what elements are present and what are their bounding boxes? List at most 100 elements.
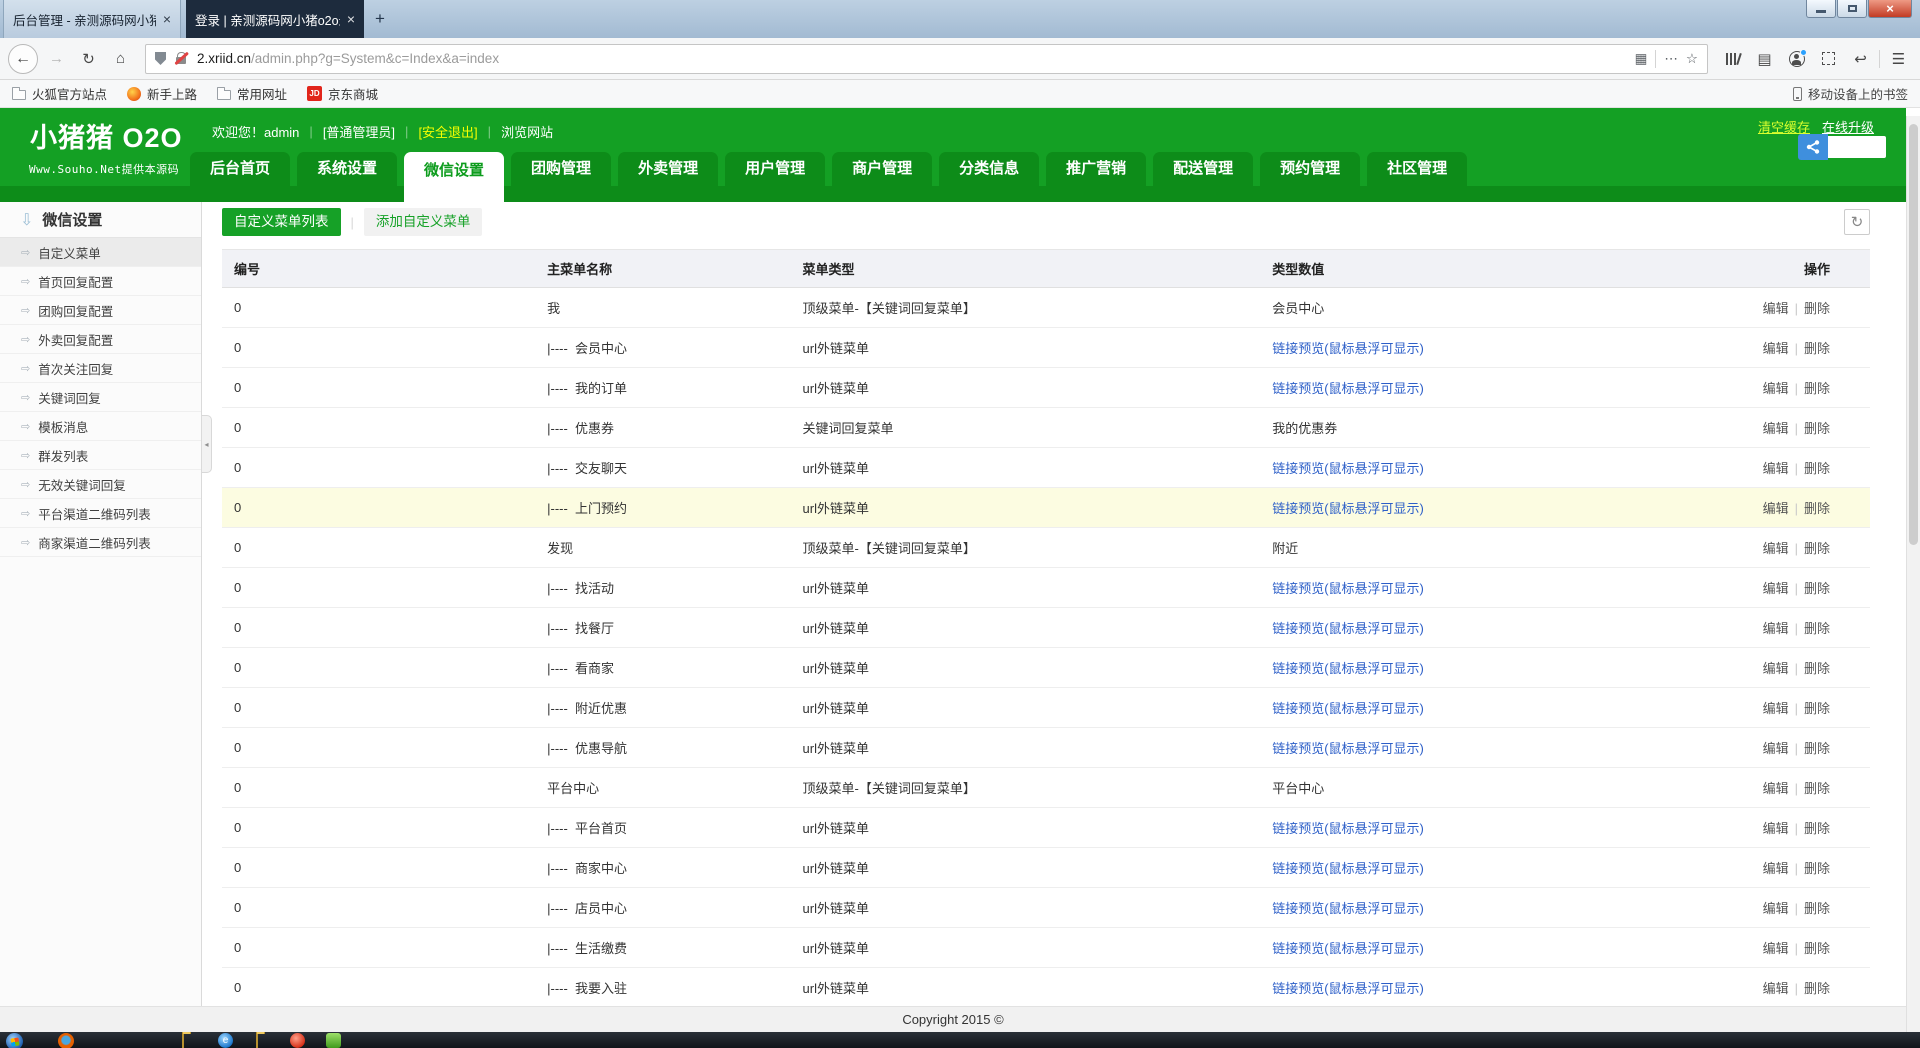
delete-link[interactable]: 删除: [1804, 981, 1830, 996]
nav-tab[interactable]: 团购管理: [511, 152, 611, 186]
share-box[interactable]: [1828, 136, 1886, 158]
scrollbar-thumb[interactable]: [1909, 124, 1918, 545]
taskbar-browser-icon[interactable]: e: [218, 1033, 233, 1048]
url-bar[interactable]: 2.xriid.cn/admin.php?g=System&c=Index&a=…: [145, 44, 1708, 74]
edit-link[interactable]: 编辑: [1763, 301, 1789, 316]
edit-link[interactable]: 编辑: [1763, 821, 1789, 836]
sidebar-item[interactable]: ⇨关键词回复: [0, 383, 201, 412]
delete-link[interactable]: 删除: [1804, 341, 1830, 356]
sidebar-item[interactable]: ⇨商家渠道二维码列表: [0, 528, 201, 557]
edit-link[interactable]: 编辑: [1763, 661, 1789, 676]
new-tab-button[interactable]: +: [364, 0, 396, 38]
scrollbar[interactable]: [1906, 116, 1920, 1032]
back-button[interactable]: ←: [8, 44, 38, 74]
taskbar-folder-icon[interactable]: [256, 1032, 258, 1048]
link-preview[interactable]: 链接预览(鼠标悬浮可显示): [1260, 698, 1664, 717]
edit-link[interactable]: 编辑: [1763, 341, 1789, 356]
edit-link[interactable]: 编辑: [1763, 621, 1789, 636]
delete-link[interactable]: 删除: [1804, 741, 1830, 756]
delete-link[interactable]: 删除: [1804, 861, 1830, 876]
close-window-button[interactable]: ×: [1868, 0, 1912, 18]
link-preview[interactable]: 链接预览(鼠标悬浮可显示): [1260, 618, 1664, 637]
sidebar-item[interactable]: ⇨群发列表: [0, 441, 201, 470]
nav-tab[interactable]: 配送管理: [1153, 152, 1253, 186]
edit-link[interactable]: 编辑: [1763, 701, 1789, 716]
delete-link[interactable]: 删除: [1804, 821, 1830, 836]
link-preview[interactable]: 链接预览(鼠标悬浮可显示): [1260, 858, 1664, 877]
browse-site-link[interactable]: 浏览网站: [501, 122, 553, 141]
link-preview[interactable]: 链接预览(鼠标悬浮可显示): [1260, 658, 1664, 677]
logout-link[interactable]: [安全退出]: [418, 122, 477, 141]
bookmark-item[interactable]: JD京东商城: [307, 84, 378, 103]
bookmark-star-icon[interactable]: ☆: [1686, 51, 1698, 67]
bookmark-item[interactable]: 常用网址: [217, 84, 287, 103]
library-icon[interactable]: [1719, 45, 1746, 72]
delete-link[interactable]: 删除: [1804, 621, 1830, 636]
menu-list-tab-button[interactable]: 自定义菜单列表: [222, 208, 341, 236]
link-preview[interactable]: 链接预览(鼠标悬浮可显示): [1260, 458, 1664, 477]
edit-link[interactable]: 编辑: [1763, 741, 1789, 756]
delete-link[interactable]: 删除: [1804, 461, 1830, 476]
edit-link[interactable]: 编辑: [1763, 501, 1789, 516]
sidebar-item[interactable]: ⇨自定义菜单: [0, 238, 201, 267]
browser-tab-inactive[interactable]: 登录 | 亲测源码网小猪o2o最新V2.8 ×: [186, 0, 364, 38]
delete-link[interactable]: 删除: [1804, 301, 1830, 316]
edit-link[interactable]: 编辑: [1763, 461, 1789, 476]
nav-tab[interactable]: 社区管理: [1367, 152, 1467, 186]
maximize-button[interactable]: [1837, 0, 1867, 18]
browser-tab-active[interactable]: 后台管理 - 亲测源码网小猪o2o最新 ×: [3, 0, 181, 38]
tab-close-icon[interactable]: ×: [347, 12, 355, 26]
link-preview[interactable]: 链接预览(鼠标悬浮可显示): [1260, 898, 1664, 917]
delete-link[interactable]: 删除: [1804, 381, 1830, 396]
taskbar-firefox-icon[interactable]: [58, 1033, 74, 1048]
nav-tab[interactable]: 商户管理: [832, 152, 932, 186]
nav-tab[interactable]: 推广营销: [1046, 152, 1146, 186]
bookmark-item[interactable]: 新手上路: [127, 84, 197, 103]
delete-link[interactable]: 删除: [1804, 941, 1830, 956]
sidebar-item[interactable]: ⇨团购回复配置: [0, 296, 201, 325]
link-preview[interactable]: 链接预览(鼠标悬浮可显示): [1260, 738, 1664, 757]
nav-tab[interactable]: 外卖管理: [618, 152, 718, 186]
sidebar-item[interactable]: ⇨外卖回复配置: [0, 325, 201, 354]
link-preview[interactable]: 链接预览(鼠标悬浮可显示): [1260, 978, 1664, 997]
tracking-protection-icon[interactable]: [155, 52, 166, 65]
delete-link[interactable]: 删除: [1804, 421, 1830, 436]
home-button[interactable]: ⌂: [107, 45, 134, 72]
bookmark-item[interactable]: 火狐官方站点: [12, 84, 107, 103]
sidebar-item[interactable]: ⇨模板消息: [0, 412, 201, 441]
share-button[interactable]: [1798, 134, 1828, 160]
menu-hamburger-icon[interactable]: ☰: [1885, 45, 1912, 72]
nav-tab[interactable]: 分类信息: [939, 152, 1039, 186]
edit-link[interactable]: 编辑: [1763, 901, 1789, 916]
delete-link[interactable]: 删除: [1804, 901, 1830, 916]
edit-link[interactable]: 编辑: [1763, 541, 1789, 556]
refresh-button[interactable]: ↻: [1844, 209, 1870, 235]
link-preview[interactable]: 链接预览(鼠标悬浮可显示): [1260, 378, 1664, 397]
screenshot-icon[interactable]: [1815, 45, 1842, 72]
undo-icon[interactable]: ↩: [1847, 45, 1874, 72]
sidebar-collapse-handle[interactable]: ◂: [202, 415, 212, 473]
edit-link[interactable]: 编辑: [1763, 381, 1789, 396]
tab-close-icon[interactable]: ×: [163, 12, 171, 26]
mobile-bookmarks[interactable]: 移动设备上的书签: [1793, 84, 1908, 103]
edit-link[interactable]: 编辑: [1763, 941, 1789, 956]
nav-tab[interactable]: 微信设置: [404, 152, 504, 202]
link-preview[interactable]: 链接预览(鼠标悬浮可显示): [1260, 938, 1664, 957]
link-preview[interactable]: 链接预览(鼠标悬浮可显示): [1260, 818, 1664, 837]
edit-link[interactable]: 编辑: [1763, 781, 1789, 796]
delete-link[interactable]: 删除: [1804, 701, 1830, 716]
delete-link[interactable]: 删除: [1804, 781, 1830, 796]
insecure-lock-icon[interactable]: [174, 51, 189, 66]
edit-link[interactable]: 编辑: [1763, 981, 1789, 996]
nav-tab[interactable]: 用户管理: [725, 152, 825, 186]
reload-button[interactable]: ↻: [75, 45, 102, 72]
delete-link[interactable]: 删除: [1804, 581, 1830, 596]
start-button[interactable]: [6, 1033, 23, 1048]
sidebar-item[interactable]: ⇨无效关键词回复: [0, 470, 201, 499]
delete-link[interactable]: 删除: [1804, 501, 1830, 516]
sidebar-item[interactable]: ⇨首页回复配置: [0, 267, 201, 296]
link-preview[interactable]: 链接预览(鼠标悬浮可显示): [1260, 338, 1664, 357]
sidebar-item[interactable]: ⇨平台渠道二维码列表: [0, 499, 201, 528]
sidebar-item[interactable]: ⇨首次关注回复: [0, 354, 201, 383]
taskbar-green-app-icon[interactable]: [326, 1033, 341, 1048]
